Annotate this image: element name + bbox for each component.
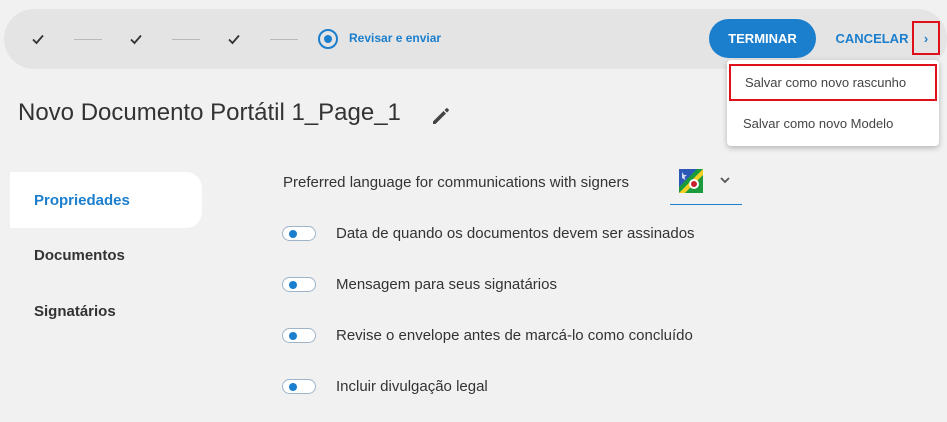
toggle-legal-disclosure[interactable] (282, 379, 316, 394)
menu-item-save-draft[interactable]: Salvar como novo rascunho (729, 64, 937, 101)
option-label-legal-disclosure: Incluir divulgação legal (336, 378, 488, 395)
option-label-signing-date: Data de quando os documentos devem ser a… (336, 225, 695, 242)
sidebar-item-properties[interactable]: Propriedades (10, 172, 202, 228)
save-options-menu: Salvar como novo rascunho Salvar como no… (727, 60, 939, 146)
option-label-review-envelope: Revise o envelope antes de marcá-lo como… (336, 327, 693, 344)
finish-button[interactable]: TERMINAR (709, 19, 816, 58)
sidebar-item-signers[interactable]: Signatários (10, 283, 202, 339)
sidebar-item-documents[interactable]: Documentos (10, 227, 202, 283)
language-preference-label: Preferred language for communications wi… (283, 174, 630, 191)
step-connector (74, 39, 102, 40)
toggle-signer-message[interactable] (282, 277, 316, 292)
step-2-check-icon[interactable] (127, 30, 145, 48)
step-1-check-icon[interactable] (29, 30, 47, 48)
step-connector (172, 39, 200, 40)
chevron-down-icon (718, 173, 732, 187)
cancel-button[interactable]: CANCELAR (830, 19, 914, 58)
radio-selected-icon (318, 29, 338, 49)
flag-icon (679, 169, 703, 193)
current-step-label: Revisar e enviar (349, 31, 442, 45)
option-label-signer-message: Mensagem para seus signatários (336, 276, 557, 293)
pencil-icon[interactable] (430, 105, 452, 127)
toggle-signing-date[interactable] (282, 226, 316, 241)
toggle-review-envelope[interactable] (282, 328, 316, 343)
language-select[interactable] (670, 161, 742, 205)
menu-item-save-template[interactable]: Salvar como novo Modelo (727, 105, 939, 141)
more-options-button[interactable]: › (912, 21, 940, 55)
step-3-check-icon[interactable] (225, 30, 243, 48)
page-title: Novo Documento Portátil 1_Page_1 (18, 99, 401, 126)
step-connector (270, 39, 298, 40)
